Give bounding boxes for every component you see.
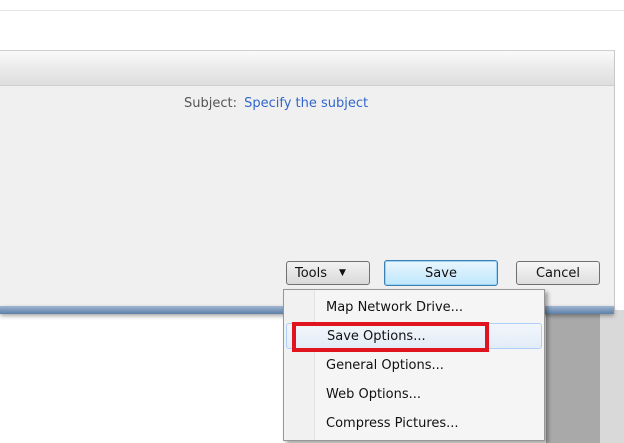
save-button[interactable]: Save bbox=[384, 260, 498, 286]
dialog-toolbar-strip bbox=[0, 50, 614, 86]
subject-field[interactable]: Specify the subject bbox=[244, 96, 368, 111]
menu-item-web-options[interactable]: Web Options... bbox=[286, 381, 542, 407]
cancel-button[interactable]: Cancel bbox=[516, 261, 600, 285]
background-window-top bbox=[0, 0, 624, 50]
tools-button-label: Tools bbox=[295, 265, 328, 281]
subject-label: Subject: bbox=[184, 96, 237, 111]
annotation-highlight-box bbox=[292, 322, 489, 352]
top-divider bbox=[0, 10, 624, 11]
menu-item-map-network-drive[interactable]: Map Network Drive... bbox=[286, 294, 542, 320]
menu-item-general-options[interactable]: General Options... bbox=[286, 352, 542, 378]
tools-button[interactable]: Tools ▼ bbox=[286, 261, 370, 285]
menu-item-compress-pictures[interactable]: Compress Pictures... bbox=[286, 410, 542, 436]
subject-row: Subject: Specify the subject bbox=[184, 96, 368, 111]
background-light-area bbox=[600, 310, 624, 443]
chevron-down-icon: ▼ bbox=[339, 268, 346, 278]
tools-dropdown-menu: Map Network Drive... Save Options... Gen… bbox=[283, 289, 545, 441]
